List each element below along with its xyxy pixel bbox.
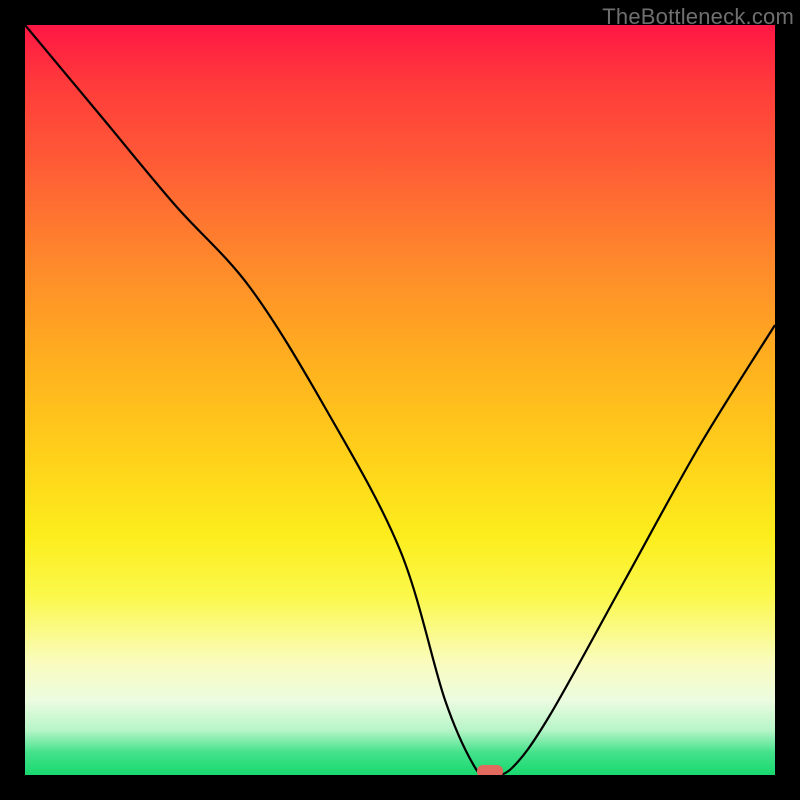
optimal-marker xyxy=(477,765,503,775)
chart-svg xyxy=(25,25,775,775)
plot-area xyxy=(25,25,775,775)
watermark-text: TheBottleneck.com xyxy=(602,4,794,30)
chart-frame: TheBottleneck.com xyxy=(0,0,800,800)
bottleneck-curve xyxy=(25,25,775,775)
